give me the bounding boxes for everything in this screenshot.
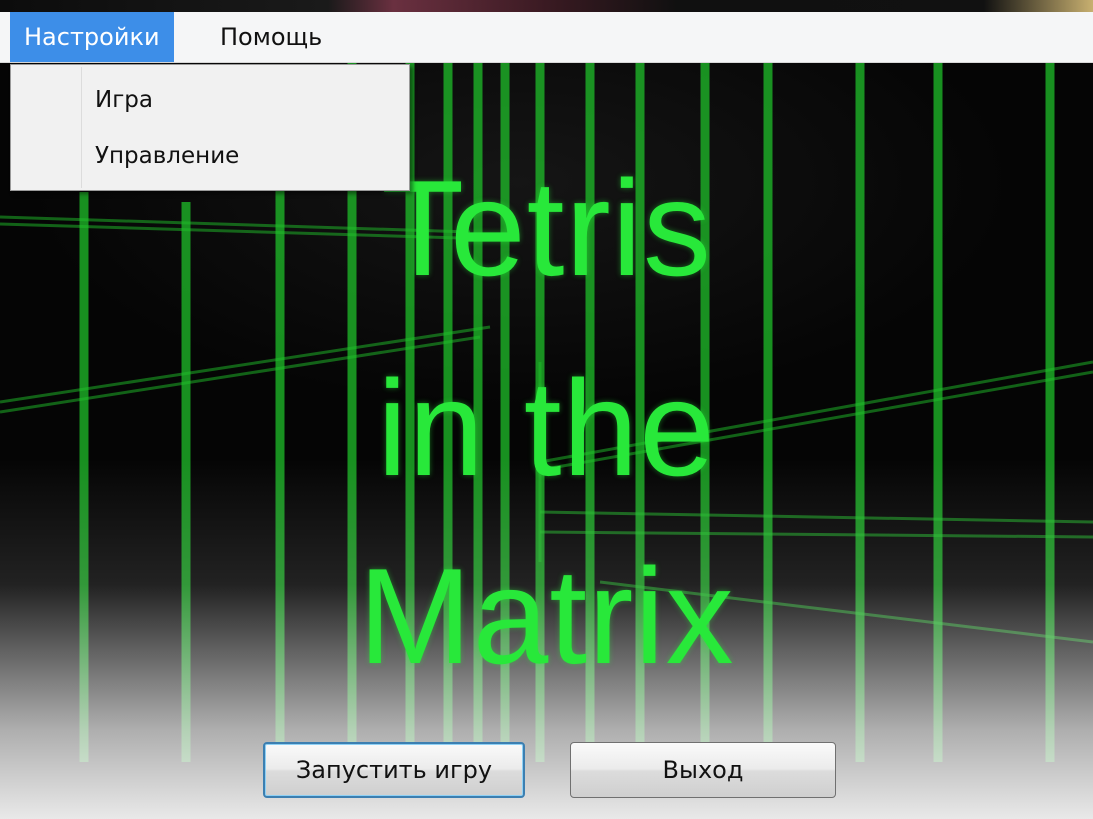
title-line-2: in the — [377, 352, 716, 504]
start-game-button[interactable]: Запустить игру — [263, 742, 525, 798]
title-line-3: Matrix — [358, 540, 735, 692]
menu-help[interactable]: Помощь — [206, 12, 336, 62]
menu-item-controls[interactable]: Управление — [95, 131, 239, 181]
settings-dropdown-menu: Игра Управление — [10, 64, 410, 191]
menu-settings[interactable]: Настройки — [10, 12, 174, 62]
menu-gutter-divider — [81, 67, 82, 188]
menu-item-game[interactable]: Игра — [95, 75, 153, 125]
menu-bar: Настройки Помощь — [0, 12, 1093, 63]
window-top-strip — [0, 0, 1093, 12]
exit-button[interactable]: Выход — [570, 742, 836, 798]
game-window: Tetris in the Matrix Настройки Помощь Иг… — [0, 0, 1093, 819]
